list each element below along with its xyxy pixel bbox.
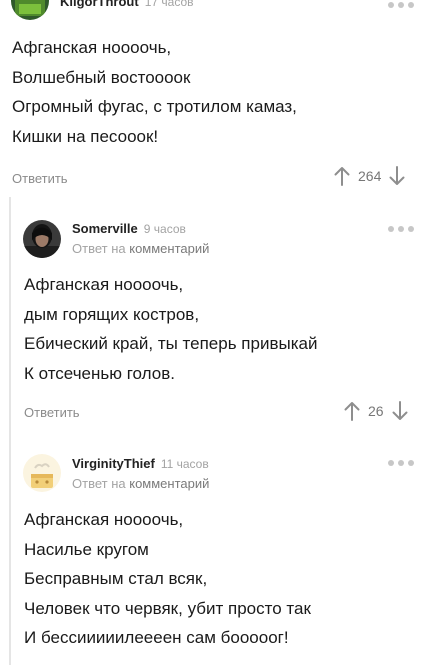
downvote-arrow-icon[interactable] <box>392 401 408 421</box>
reply-target-link[interactable]: комментарий <box>129 476 209 491</box>
comment-line: К отсеченью голов. <box>24 363 175 383</box>
timestamp: 11 часов <box>160 457 209 471</box>
timestamp: 9 часов <box>143 222 186 236</box>
timestamp: 17 часов <box>144 0 194 9</box>
username[interactable]: Somerville 9 часов <box>72 221 186 236</box>
reply-to-label: Ответ на комментарий <box>72 476 210 491</box>
more-dots-icon[interactable] <box>388 225 414 233</box>
comment-body: Афганская ноооочь, Волшебный востоооок О… <box>12 33 297 151</box>
reply-button[interactable]: Ответить <box>24 405 80 420</box>
avatar[interactable] <box>23 454 61 492</box>
comment-line: И бессииииилеееен сам бооооог! <box>24 628 289 647</box>
comment-body: Афганская ноооочь, дым горящих костров, … <box>24 270 317 388</box>
more-dots-icon[interactable] <box>388 1 414 9</box>
comment-line: Бесправным стал всяк, <box>24 569 208 588</box>
comment-line: Кишки на песооок! <box>12 126 159 146</box>
comment-line: Афганская ноооочь, <box>24 275 184 294</box>
comment-line: Ебический край, ты теперь привыкай <box>24 334 318 353</box>
reply-target-link[interactable]: комментарий <box>129 241 209 256</box>
comment-body: Афганская ноооочь, Насилье кругом Беспра… <box>24 505 311 653</box>
comment-line: Огромный фугас, с тротилом камаз, <box>12 97 297 116</box>
upvote-arrow-icon[interactable] <box>344 401 360 421</box>
vote-controls: 26 <box>344 401 408 421</box>
comment-line: Человек что червяк, убит просто так <box>24 598 311 618</box>
vote-controls: 264 <box>334 166 405 186</box>
downvote-arrow-icon[interactable] <box>389 166 405 186</box>
avatar[interactable] <box>11 0 49 20</box>
thread-line <box>9 197 11 665</box>
comment-line: дым горящих костров, <box>24 304 200 324</box>
username[interactable]: KilgorThrout 17 часов <box>60 0 194 9</box>
reply-button[interactable]: Ответить <box>12 171 68 186</box>
username[interactable]: VirginityThief 11 часов <box>72 456 209 471</box>
comment-line: Афганская ноооочь, <box>12 38 172 57</box>
more-dots-icon[interactable] <box>388 459 414 467</box>
comment-line: Насилье кругом <box>24 539 149 559</box>
vote-count: 26 <box>368 403 384 419</box>
comment-line: Волшебный востоооок <box>12 67 191 87</box>
avatar[interactable] <box>23 220 61 258</box>
reply-to-label: Ответ на комментарий <box>72 241 210 256</box>
vote-count: 264 <box>358 168 382 184</box>
comment-line: Афганская ноооочь, <box>24 510 184 529</box>
upvote-arrow-icon[interactable] <box>334 166 350 186</box>
